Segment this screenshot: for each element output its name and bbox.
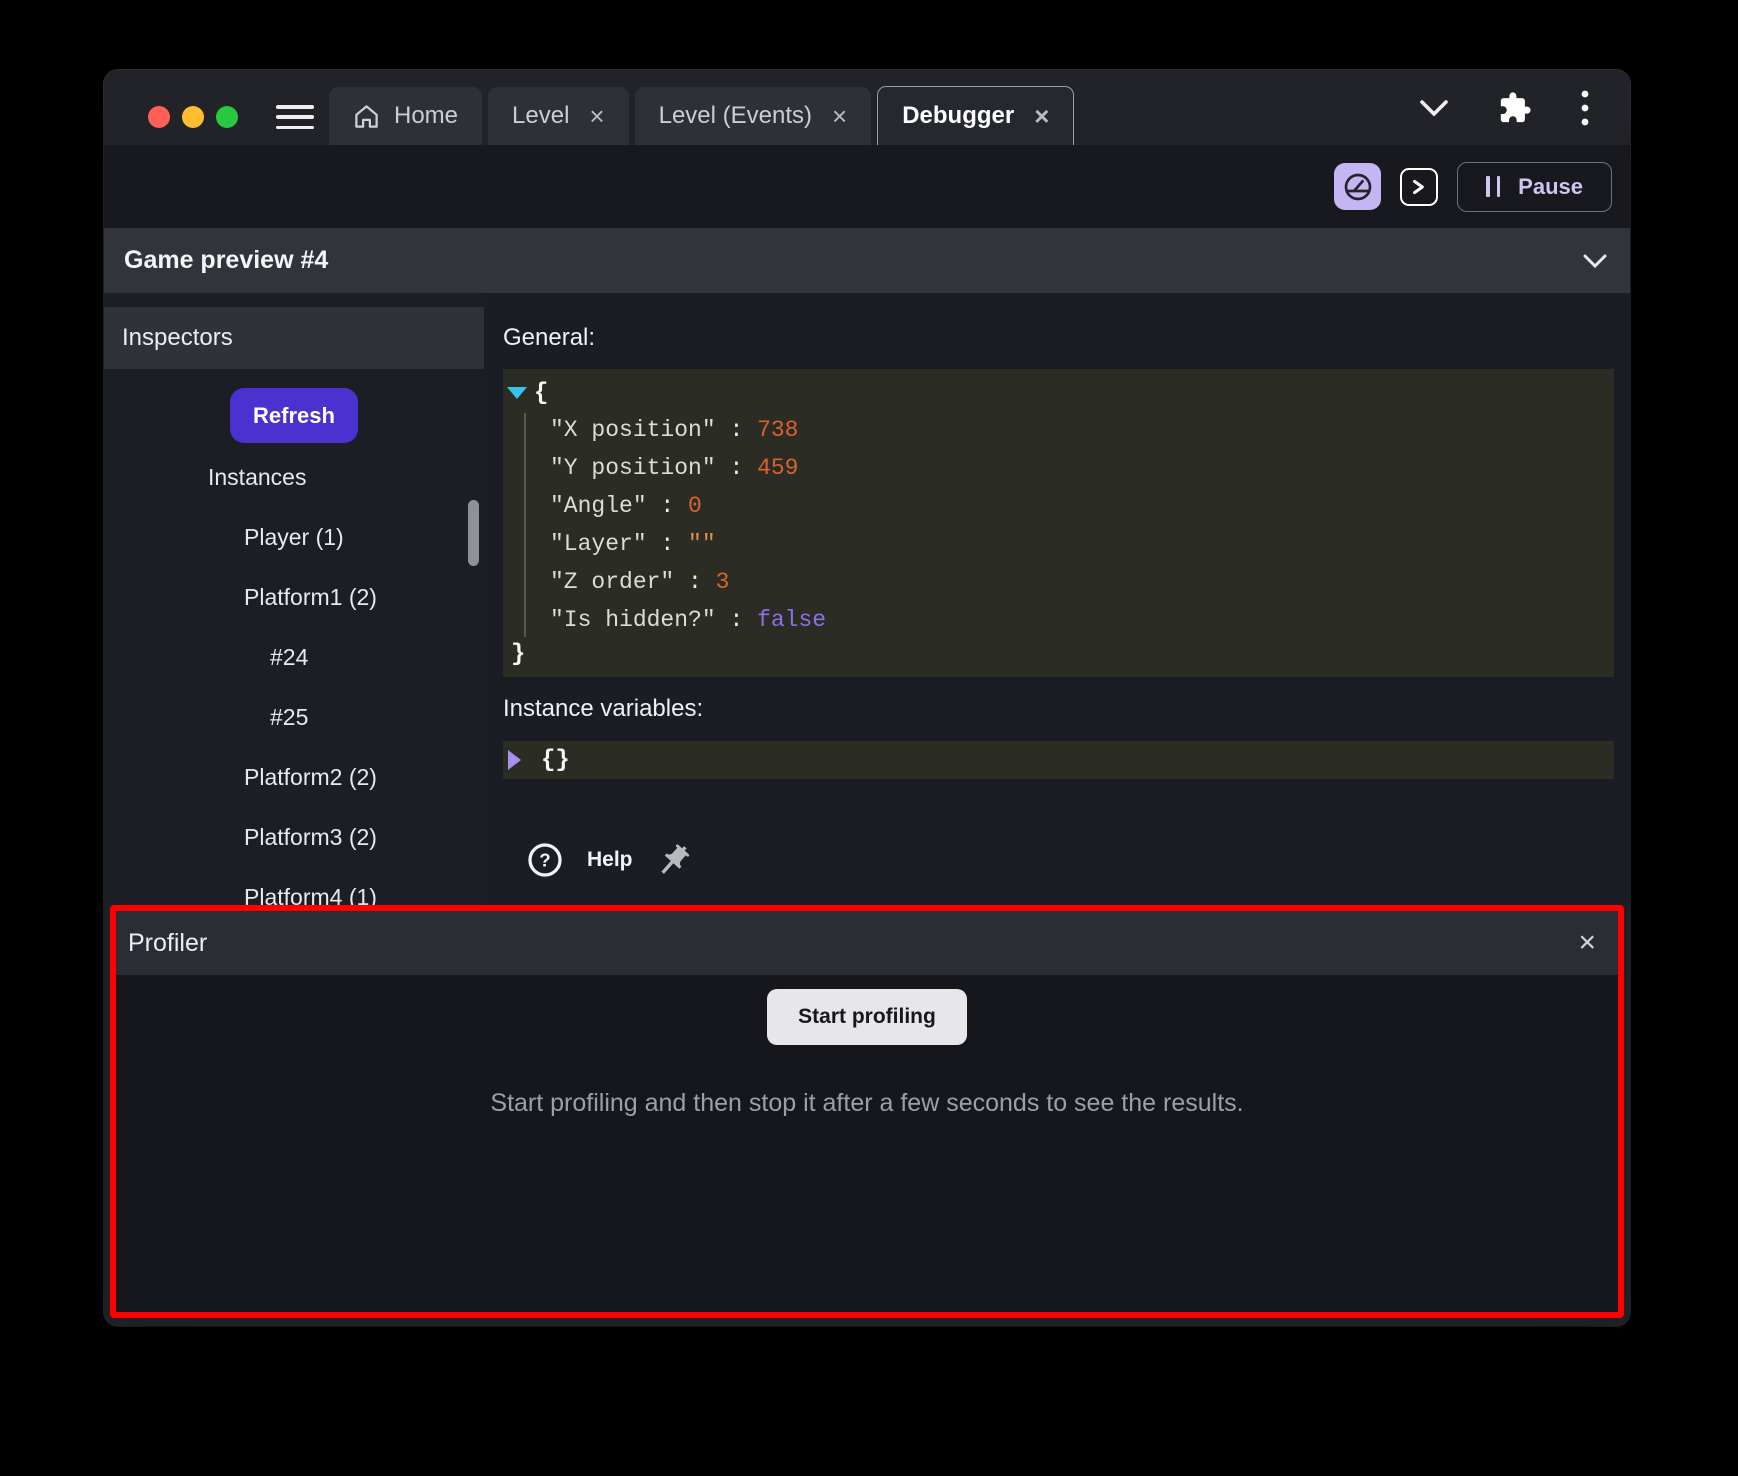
profiler-close-icon[interactable]: × [1578,928,1596,958]
inspectors-sidebar: Inspectors Refresh Instances Player (1) … [104,293,484,905]
instance-inspector: General: { "X position" : 738 "Y positio… [484,293,1630,905]
unpin-icon[interactable] [657,843,691,877]
console-chevron-icon [1410,178,1428,196]
tab-bar: Home Level × Level (Events) × Debugger × [329,86,1074,145]
instances-tree: Instances Player (1) Platform1 (2) #24 #… [104,447,484,905]
open-brace: { [534,380,548,407]
sidebar-scrollbar[interactable] [467,293,480,905]
tree-item-instance-24[interactable]: #24 [104,627,484,687]
close-brace: } [511,641,525,668]
profiler-panel: Profiler × Start profiling Start profili… [110,905,1624,1318]
variables-braces: {} [541,747,570,774]
close-icon[interactable]: × [832,103,847,129]
tab-level-events[interactable]: Level (Events) × [635,87,872,145]
help-label[interactable]: Help [587,848,633,872]
home-icon [353,103,380,130]
json-row-layer: "Layer" : "" [550,525,1614,563]
titlebar: Home Level × Level (Events) × Debugger × [104,70,1630,145]
profiler-body: Start profiling Start profiling and then… [116,975,1618,1312]
pause-label: Pause [1518,174,1583,200]
tab-debugger[interactable]: Debugger × [877,86,1074,145]
refresh-button[interactable]: Refresh [230,388,358,443]
debugger-content: Inspectors Refresh Instances Player (1) … [104,293,1630,905]
close-icon[interactable]: × [1034,103,1049,129]
close-icon[interactable]: × [589,103,604,129]
tab-label: Home [394,102,458,130]
tree-item-player[interactable]: Player (1) [104,507,484,567]
pause-button[interactable]: Pause [1457,162,1612,212]
tab-label: Debugger [902,102,1014,130]
debugger-toolbar: Pause [104,145,1630,228]
profiler-hint: Start profiling and then stop it after a… [490,1089,1243,1118]
general-json-view: { "X position" : 738 "Y position" : 459 … [503,369,1614,677]
profiler-header: Profiler × [116,911,1618,975]
json-row-y-position: "Y position" : 459 [550,449,1614,487]
instance-variables-view: {} [503,741,1614,779]
console-button[interactable] [1400,168,1438,206]
minimize-window-button[interactable] [182,106,204,128]
tree-item-platform3[interactable]: Platform3 (2) [104,807,484,867]
start-profiling-button[interactable]: Start profiling [767,989,967,1045]
help-row: ? Help [503,842,1630,878]
tab-level[interactable]: Level × [488,87,629,145]
help-icon[interactable]: ? [527,842,563,878]
inspectors-header: Inspectors [104,307,484,369]
desktop-background: Home Level × Level (Events) × Debugger × [0,0,1738,1476]
zoom-window-button[interactable] [216,106,238,128]
menu-icon[interactable] [276,105,314,129]
svg-text:?: ? [539,850,550,871]
kebab-menu-icon[interactable] [1580,88,1590,128]
indent-guide [524,413,526,637]
traffic-lights [148,106,238,128]
game-preview-selector[interactable]: Game preview #4 [104,228,1630,293]
extensions-puzzle-icon[interactable] [1498,91,1532,125]
pause-icon [1486,176,1500,197]
tab-label: Level [512,102,569,130]
tree-item-platform1[interactable]: Platform1 (2) [104,567,484,627]
collapse-toggle-icon[interactable] [507,387,527,399]
general-label: General: [503,324,1630,352]
instance-variables-label: Instance variables: [503,695,1630,723]
game-preview-title: Game preview #4 [124,246,328,275]
app-window: Home Level × Level (Events) × Debugger × [104,70,1630,1326]
profiler-gauge-icon [1342,171,1374,203]
chevron-down-icon[interactable] [1418,98,1450,118]
tree-item-platform2[interactable]: Platform2 (2) [104,747,484,807]
tree-item-instance-25[interactable]: #25 [104,687,484,747]
tree-item-instances[interactable]: Instances [104,447,484,507]
tab-home[interactable]: Home [329,87,482,145]
tree-item-platform4[interactable]: Platform4 (1) [104,867,484,905]
profiler-title: Profiler [128,929,207,958]
titlebar-actions [1418,70,1590,145]
expand-toggle-icon[interactable] [508,750,521,770]
scrollbar-thumb[interactable] [468,500,479,566]
json-row-angle: "Angle" : 0 [550,487,1614,525]
json-row-is-hidden: "Is hidden?" : false [550,601,1614,639]
close-window-button[interactable] [148,106,170,128]
profiler-toggle-button[interactable] [1334,163,1381,210]
json-row-x-position: "X position" : 738 [550,411,1614,449]
chevron-down-icon[interactable] [1582,253,1608,269]
json-row-z-order: "Z order" : 3 [550,563,1614,601]
tab-label: Level (Events) [659,102,812,130]
